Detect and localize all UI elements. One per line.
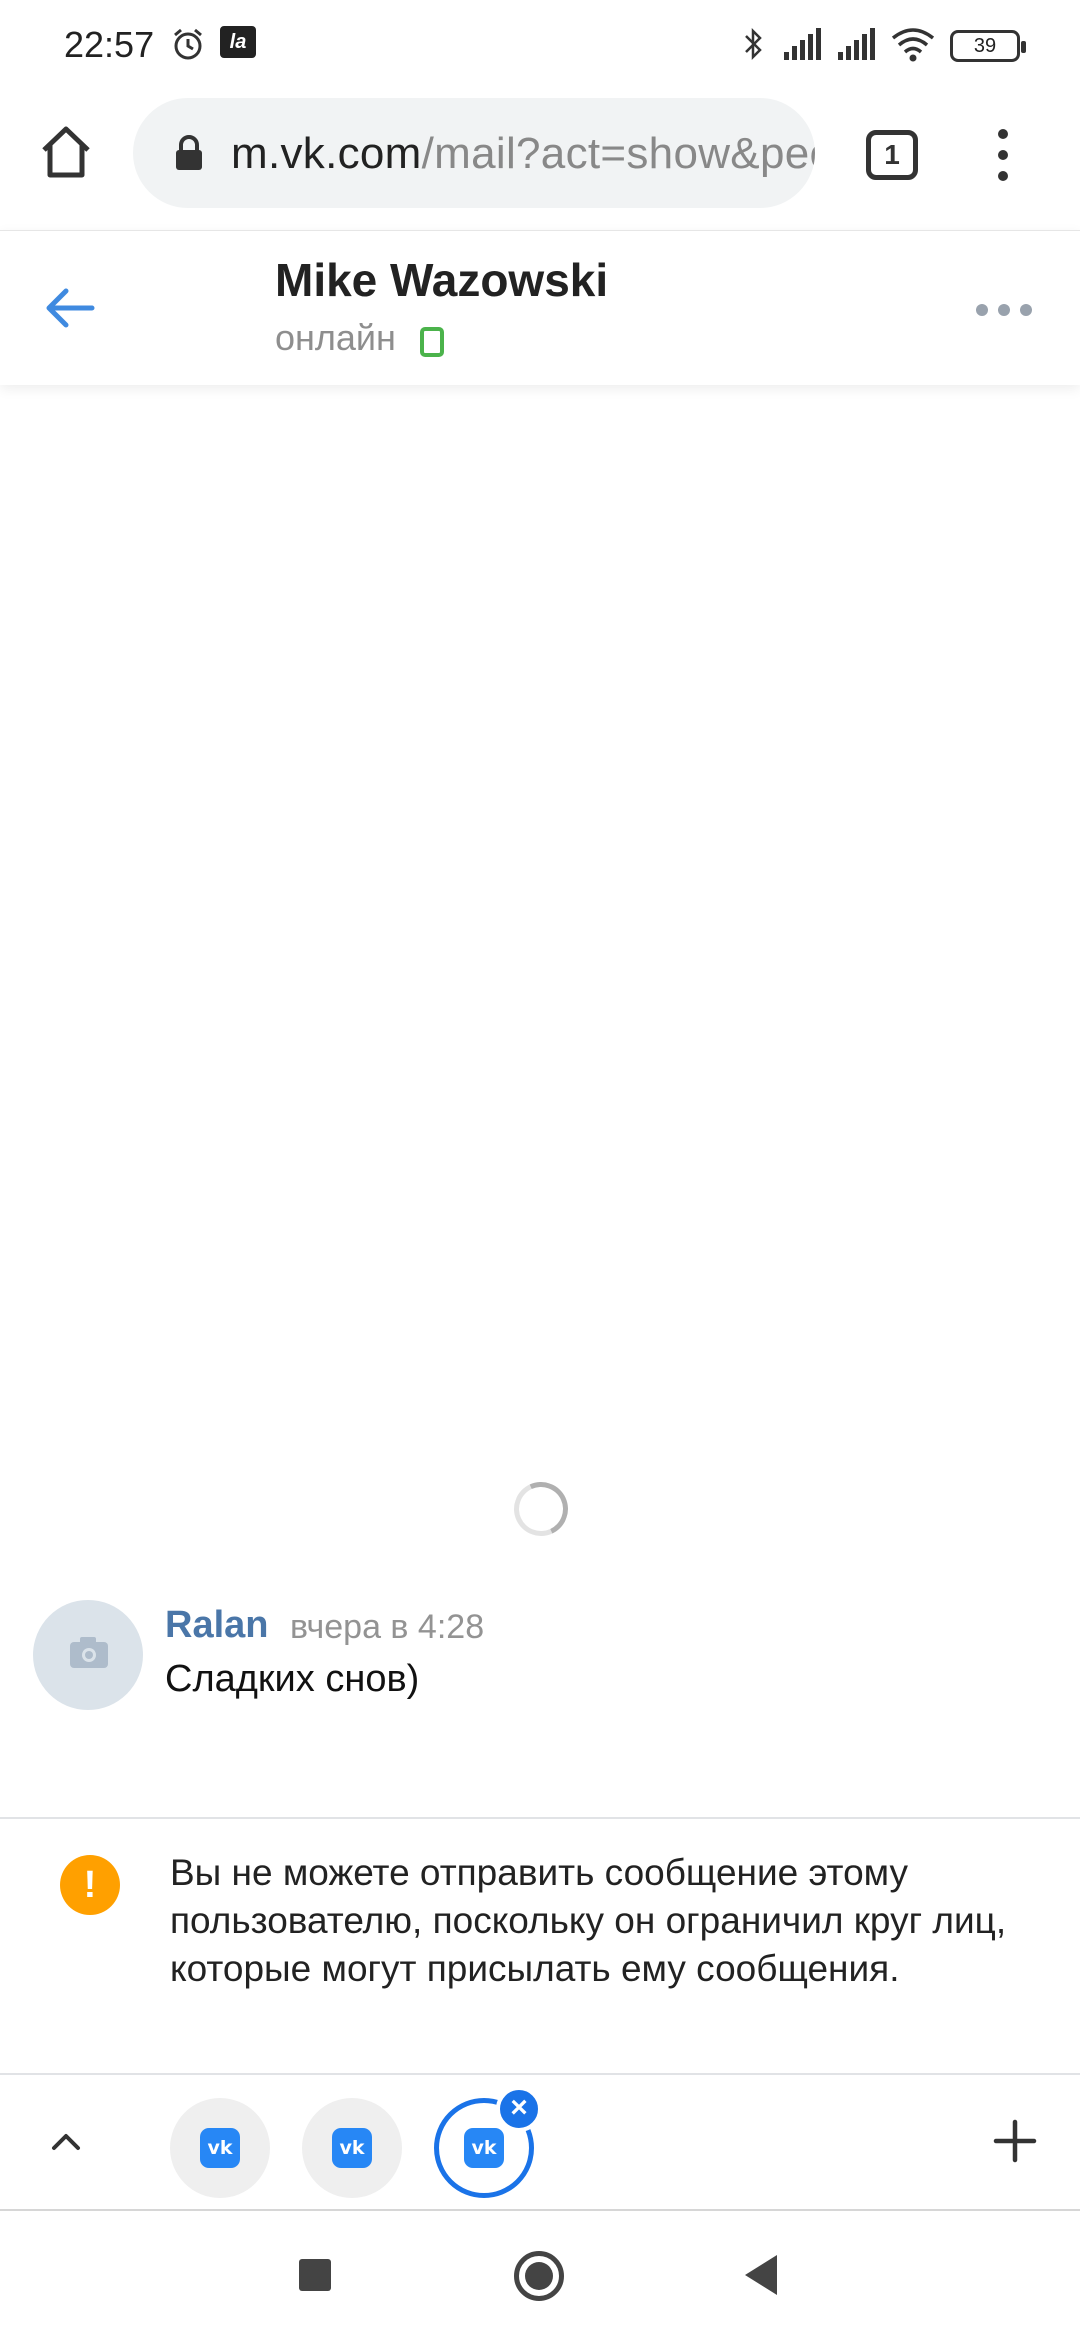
la-app-icon: la: [220, 26, 256, 58]
contact-name[interactable]: Mike Wazowski: [275, 253, 608, 307]
vk-icon: vk: [200, 2128, 240, 2168]
warning-icon: !: [60, 1855, 120, 1915]
tab-item[interactable]: vk: [302, 2098, 402, 2198]
url-path: /mail?act=show&peer: [421, 129, 815, 178]
dot-icon: [998, 304, 1010, 316]
chevron-up-icon: [52, 2134, 80, 2150]
avatar[interactable]: [33, 1600, 143, 1710]
battery-icon: 39: [950, 30, 1026, 62]
loading-spinner-icon: [506, 1474, 576, 1544]
address-bar[interactable]: m.vk.com/mail?act=show&peer: [133, 98, 815, 208]
new-tab-button[interactable]: [992, 2118, 1038, 2164]
camera-icon: [70, 1637, 108, 1668]
home-icon: [42, 126, 90, 178]
signal-icon: [782, 26, 826, 67]
signal-icon: [836, 26, 880, 67]
system-nav-bar: [0, 2211, 1080, 2340]
send-restricted-notice: ! Вы не можете отправить сообщение этому…: [0, 1817, 1080, 2075]
status-bar: 22:57 la 39: [0, 0, 1080, 95]
bluetooth-icon: [742, 26, 766, 67]
home-button[interactable]: [34, 120, 98, 184]
dot-icon: [1020, 304, 1032, 316]
home-nav-button[interactable]: [514, 2251, 564, 2301]
url-host: m.vk.com: [231, 129, 422, 178]
tab-switcher-button[interactable]: 1: [866, 130, 918, 180]
message-text: Сладких снов): [165, 1658, 420, 1700]
vk-icon: vk: [332, 2128, 372, 2168]
chat-header: Mike Wazowski онлайн: [0, 230, 1080, 385]
contact-status: онлайн: [275, 317, 396, 358]
dot-icon: [998, 150, 1008, 160]
message-time: вчера в 4:28: [290, 1608, 485, 1646]
dot-icon: [998, 171, 1008, 181]
expand-tabs-button[interactable]: [48, 2126, 84, 2156]
back-button[interactable]: [40, 283, 100, 333]
browser-menu-button[interactable]: [996, 129, 1010, 181]
message-author[interactable]: Ralan: [165, 1604, 268, 1647]
wifi-icon: [890, 26, 936, 67]
alarm-icon: [170, 26, 206, 67]
dot-icon: [976, 304, 988, 316]
plus-icon: [993, 2119, 1037, 2163]
more-options-button[interactable]: [974, 301, 1034, 317]
mobile-online-icon: [420, 327, 444, 357]
browser-toolbar: m.vk.com/mail?act=show&peer 1: [0, 95, 1080, 230]
tab-strip: vk vk vk ×: [0, 2078, 1080, 2211]
back-nav-button[interactable]: [745, 2255, 777, 2295]
tab-item[interactable]: vk: [170, 2098, 270, 2198]
vk-icon: vk: [464, 2128, 504, 2168]
dot-icon: [998, 129, 1008, 139]
recents-button[interactable]: [299, 2259, 331, 2291]
status-time: 22:57: [64, 24, 155, 65]
notice-text: Вы не можете отправить сообщение этому п…: [170, 1852, 1007, 1989]
url-text: m.vk.com/mail?act=show&peer: [231, 129, 815, 179]
back-arrow-icon: [46, 288, 95, 328]
lock-icon: [173, 134, 205, 177]
close-tab-button[interactable]: ×: [496, 2086, 542, 2132]
